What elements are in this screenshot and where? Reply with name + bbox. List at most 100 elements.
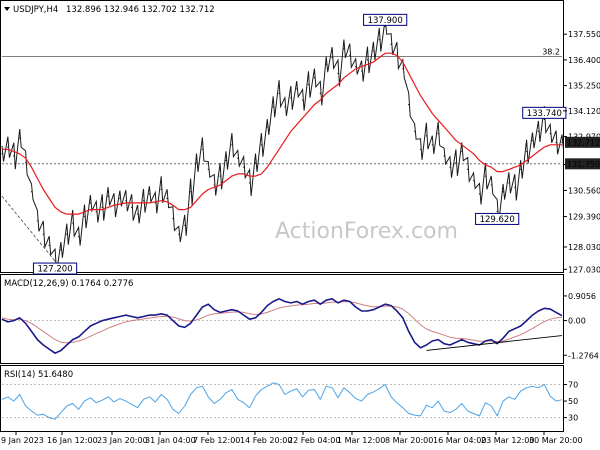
price-point [248,182,251,184]
x-tick-label: 7 Feb 12:00 [193,436,240,445]
price-point [83,215,86,217]
price-point [484,175,486,177]
x-tick-label: 9 Jan 2023 [1,436,44,445]
ohlc-values: 132.896 132.946 132.702 132.712 [66,5,215,15]
price-point [555,141,557,144]
price-point [349,54,351,57]
symbol-header: USDJPY,H4 132.896 132.946 132.702 132.71… [4,5,215,15]
price-point [508,182,510,184]
price-point [89,202,92,204]
watermark-text: ActionForex.com [275,219,458,244]
price-point [166,197,168,200]
macd-tick-label: 0.9056 [568,292,596,301]
price-point [296,88,298,90]
price-point [237,157,239,159]
x-tick-label: 16 Jan 12:00 [47,436,98,445]
price-point [154,202,156,204]
last-price-box-label: 132.712 [567,138,600,147]
price-annotation-label: 137.900 [368,16,403,26]
price-point [1,153,3,155]
price-point [337,72,339,74]
price-point [172,217,174,220]
price-point [402,68,404,70]
price-point [449,166,451,168]
price-tick-label: 134.120 [568,107,600,116]
price-point [372,50,374,52]
price-point [278,92,280,95]
x-tick-label: 1 Mar 12:00 [337,436,385,445]
price-point [19,137,21,139]
price-point [431,144,433,146]
price-point [119,197,121,200]
price-point [125,200,127,202]
macd-series-layer [1,297,563,355]
macd-title: MACD(12,26,9) 0.1764 0.2776 [4,279,133,289]
price-point [260,144,262,146]
price-point [520,168,522,171]
price-point [213,184,215,186]
price-point [472,179,475,182]
chart-canvas: ActionForex.com USDJPY,H4 132.896 132.94… [0,0,600,445]
price-point [272,106,274,108]
price-point [107,195,109,197]
price-point [302,99,304,101]
x-tick-label: 22 Feb 04:00 [288,436,340,445]
price-point [549,133,551,135]
rsi-tick-label: 30 [568,414,578,423]
price-point [266,126,268,128]
macd-tick-label: -1.2764 [568,351,599,360]
price-point [437,133,439,135]
price-point [478,193,481,195]
price-point [243,166,245,168]
price-point [13,155,15,157]
price-point [526,150,528,153]
price-point [384,25,386,27]
x-tick-label: 16 Mar 04:00 [433,436,486,445]
rsi-panel-frame [0,365,564,432]
price-point [502,191,504,193]
price-point [30,191,33,193]
price-point [543,118,545,120]
price-point [425,135,428,137]
price-point [225,159,227,162]
x-tick-label: 8 Mar 20:00 [385,436,433,445]
price-tick-label: 130.560 [568,186,600,195]
fib-level-label: 38.2 [542,48,560,57]
x-tick-label: 23 Mar 12:00 [481,436,534,445]
price-point [178,233,180,235]
price-point [60,249,62,251]
price-point [514,186,516,188]
price-point [443,155,445,157]
macd-trendline [426,335,563,351]
price-point [201,148,204,150]
price-point [142,200,145,202]
price-annotation-label: 129.620 [480,215,515,225]
price-tick-label: 135.250 [568,82,600,91]
price-tick-label: 127.030 [568,265,600,274]
macd-signal-line [1,301,563,344]
price-point [537,130,540,133]
rsi-tick-label: 50 [568,397,578,406]
price-tick-label: 136.400 [568,56,600,65]
price-point [490,184,492,186]
price-annotation-label: 127.200 [37,265,72,275]
price-point [190,191,192,193]
price-point [48,244,50,247]
price-annotation-label: 133.740 [527,109,562,119]
price-point [331,57,333,59]
price-point [219,175,221,177]
price-point [307,83,310,86]
price-point [36,220,38,222]
price-point [419,148,422,150]
rsi-title: RSI(14) 51.6480 [4,370,73,380]
price-point [467,168,469,171]
x-tick-label: 23 Jan 20:00 [97,436,148,445]
price-point [101,206,103,209]
price-point [195,162,198,164]
price-point [148,193,150,195]
x-tick-label: 31 Jan 04:00 [145,436,196,445]
price-point [390,43,392,45]
dropdown-triangle-icon[interactable] [4,7,10,11]
level-price-box-label: 131.750 [567,160,600,169]
price-point [531,139,534,141]
